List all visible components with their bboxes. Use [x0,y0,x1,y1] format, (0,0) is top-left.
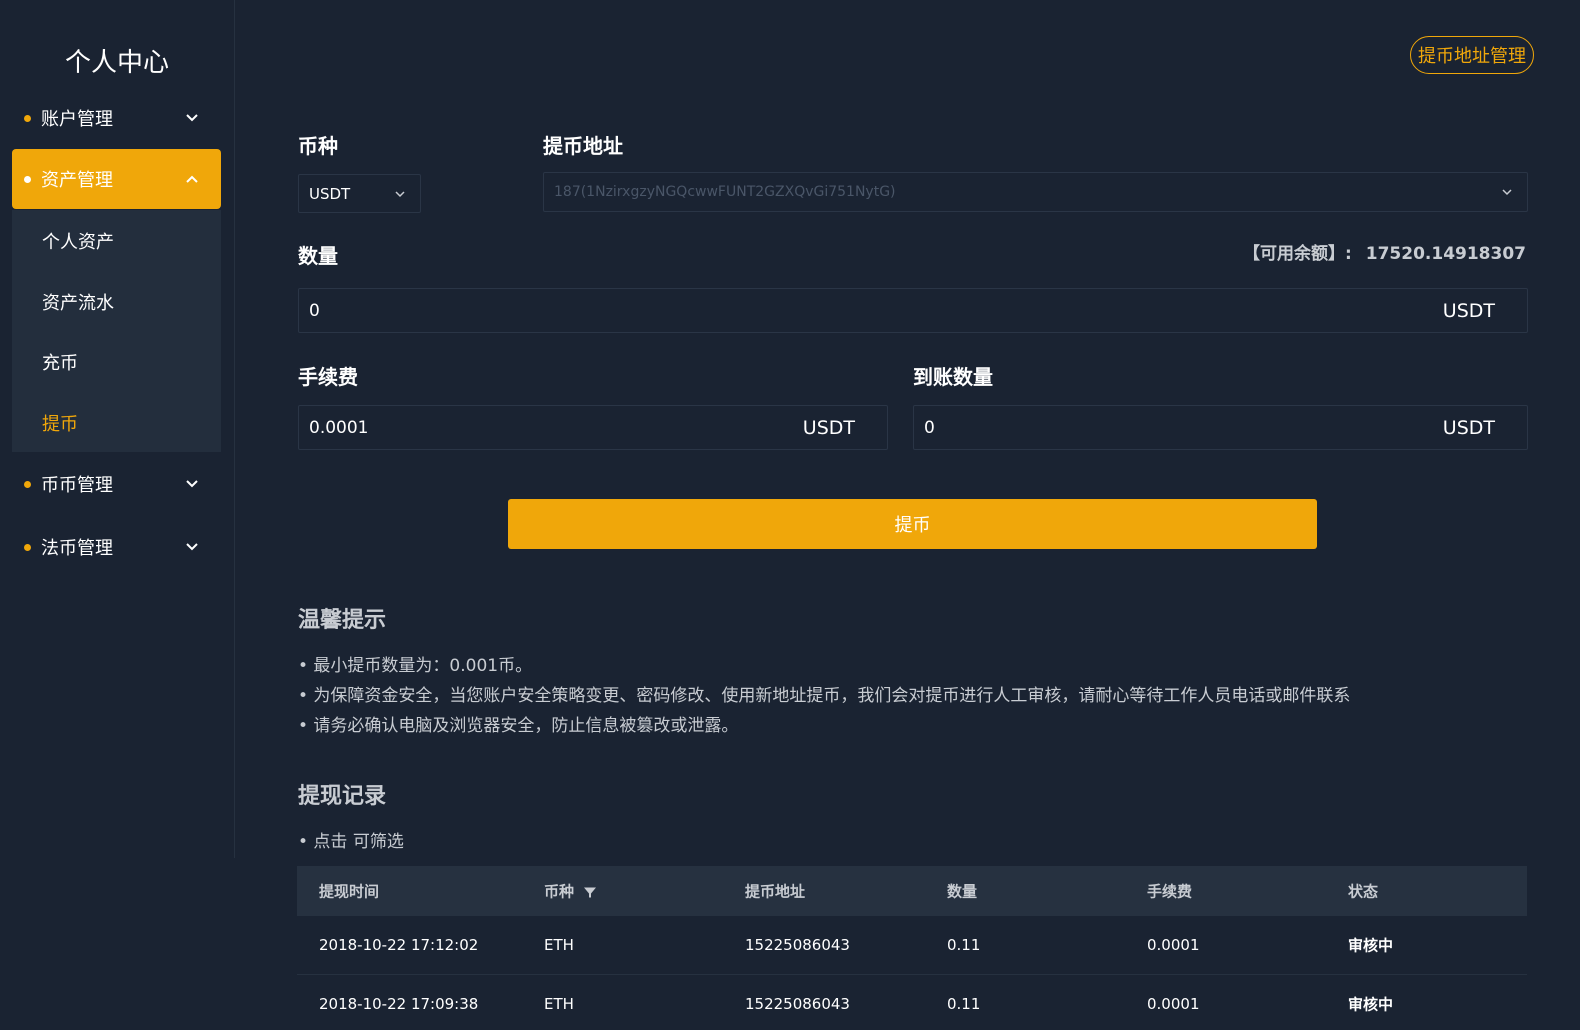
address-management-button[interactable]: 提币地址管理 [1410,36,1534,74]
balance-value: 17520.14918307 [1365,244,1526,264]
tip-item: • 最小提币数量为：0.001币。 [298,656,533,676]
menu-item-assets[interactable]: 资产管理 [12,149,221,209]
submenu-item-personal-assets[interactable]: 个人资产 [42,228,114,254]
menu-item-label: 账户管理 [41,109,113,130]
table-row: 2018-10-22 17:12:02 ETH 15225086043 0.11… [297,916,1527,975]
fee-unit: USDT [802,416,855,439]
cell-amount: 0.11 [947,995,981,1013]
assets-submenu: 个人资产 资产流水 充币 提币 [12,210,221,452]
address-select-value: 187(1NzirxgzyNGQcwwFUNT2GZXQvGi751NytG) [554,184,896,200]
cell-currency: ETH [544,995,574,1013]
column-header-fee: 手续费 [1147,882,1193,901]
cell-time: 2018-10-22 17:12:02 [319,936,479,954]
fee-field: 0.0001 USDT [298,405,888,450]
cell-fee: 0.0001 [1147,936,1200,954]
withdraw-records-table: 提现时间 币种 提币地址 数量 手续费 状态 2018-10-22 17:12:… [297,866,1527,1030]
menu-item-label: 币币管理 [41,475,113,496]
cell-amount: 0.11 [947,936,981,954]
withdraw-submit-button[interactable]: 提币 [508,499,1317,549]
received-amount-label: 到账数量 [913,365,993,389]
fee-value: 0.0001 [309,417,369,438]
chevron-up-icon [186,175,198,183]
amount-unit: USDT [1442,299,1495,322]
cell-address: 15225086043 [745,995,850,1013]
column-header-amount: 数量 [947,882,978,901]
column-header-currency[interactable]: 币种 [544,881,597,902]
tip-item: • 为保障资金安全，当您账户安全策略变更、密码修改、使用新地址提币，我们会对提币… [298,686,1351,706]
currency-label: 币种 [298,134,338,158]
column-header-currency-label: 币种 [544,882,575,901]
bullet-dot [24,114,31,122]
chevron-down-icon [186,543,198,551]
cell-time: 2018-10-22 17:09:38 [319,995,479,1013]
submenu-item-deposit[interactable]: 充币 [42,349,78,375]
address-select[interactable]: 187(1NzirxgzyNGQcwwFUNT2GZXQvGi751NytG) [543,172,1528,212]
sidebar-title: 个人中心 [64,48,169,78]
currency-select[interactable]: USDT [298,174,421,213]
received-amount-value: 0 [924,417,935,438]
available-balance: 【可用余额】: 17520.14918307 [1243,239,1526,264]
fee-label: 手续费 [298,365,358,389]
submenu-item-asset-flow[interactable]: 资产流水 [42,289,114,315]
menu-item-label: 资产管理 [41,170,113,191]
records-title: 提现记录 [298,784,387,809]
cell-status: 审核中 [1348,936,1394,955]
amount-input[interactable]: 0 USDT [298,288,1528,333]
table-header: 提现时间 币种 提币地址 数量 手续费 状态 [297,866,1527,916]
balance-label: 【可用余额】: [1242,244,1352,264]
amount-input-value: 0 [309,300,320,321]
bullet-dot [24,543,31,551]
chevron-down-icon [395,190,405,197]
cell-fee: 0.0001 [1147,995,1200,1013]
column-header-status: 状态 [1348,882,1379,901]
address-label: 提币地址 [543,134,623,158]
menu-item-spot[interactable]: 币币管理 [12,454,221,514]
sidebar: 个人中心 账户管理 资产管理 个人资产 资产流水 充币 提币 币币管理 法币管理 [0,0,235,858]
tip-item: • 请务必确认电脑及浏览器安全，防止信息被篡改或泄露。 [298,716,739,736]
bullet-dot [24,480,31,488]
bullet-dot [24,175,31,183]
menu-item-fiat[interactable]: 法币管理 [12,517,221,577]
table-row: 2018-10-22 17:09:38 ETH 15225086043 0.11… [297,975,1527,1030]
records-filter-hint: • 点击 可筛选 [298,832,404,852]
tips-title: 温馨提示 [298,608,387,633]
menu-item-label: 法币管理 [41,538,113,559]
chevron-down-icon [186,480,198,488]
filter-icon[interactable] [583,886,597,898]
submenu-item-withdraw[interactable]: 提币 [42,410,78,436]
cell-address: 15225086043 [745,936,850,954]
chevron-down-icon [186,114,198,122]
menu-item-account[interactable]: 账户管理 [12,88,221,148]
currency-select-value: USDT [309,184,351,203]
column-header-time: 提现时间 [319,882,380,901]
received-amount-unit: USDT [1442,416,1495,439]
column-header-address: 提币地址 [745,882,806,901]
cell-status: 审核中 [1348,995,1394,1014]
cell-currency: ETH [544,936,574,954]
chevron-down-icon [1502,189,1512,196]
amount-label: 数量 [298,244,338,268]
received-amount-field: 0 USDT [913,405,1528,450]
